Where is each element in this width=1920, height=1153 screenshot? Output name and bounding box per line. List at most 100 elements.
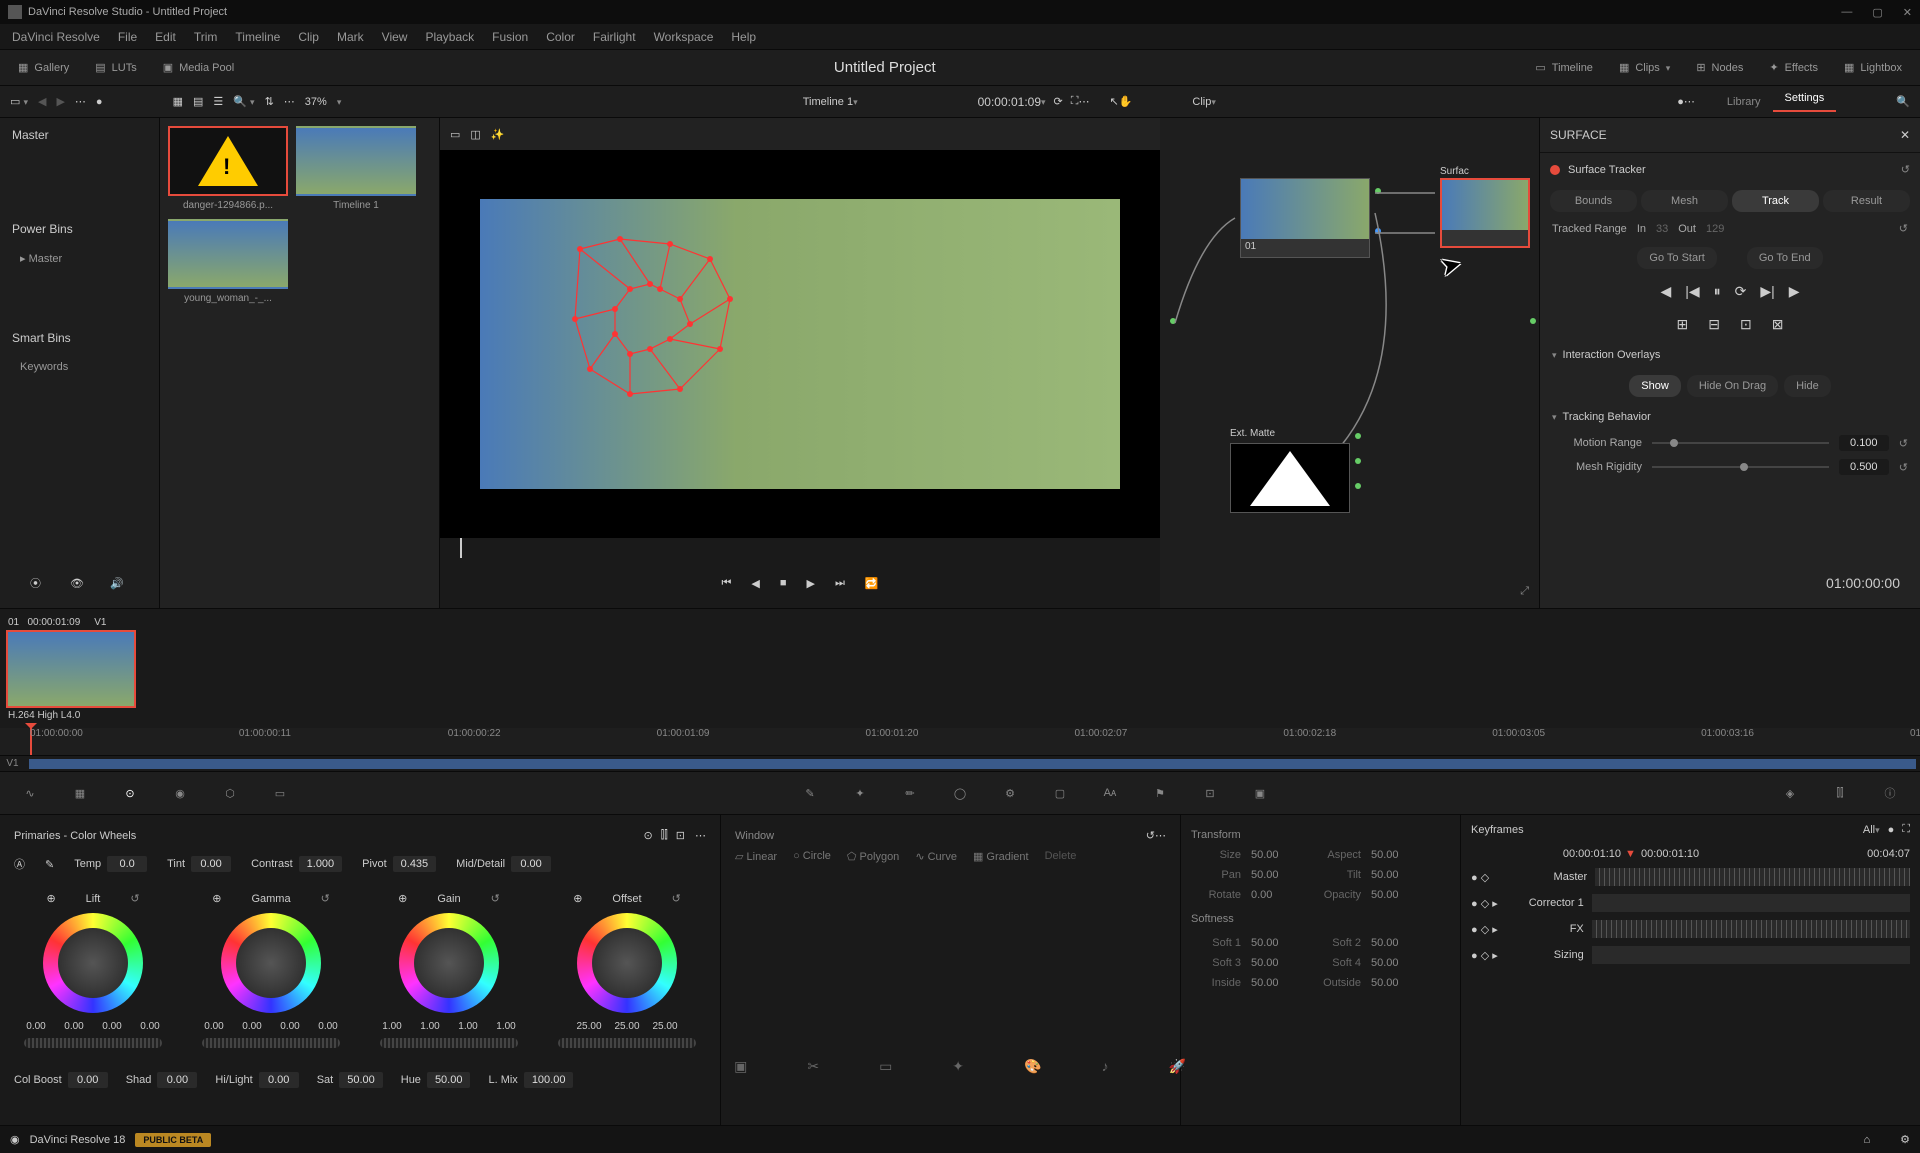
surface-close-icon[interactable]: ✕ — [1900, 128, 1910, 142]
clips-button[interactable]: ▦ Clips — [1611, 57, 1678, 78]
goto-end-icon[interactable]: ⏭ — [835, 577, 845, 590]
track-opt2-icon[interactable]: ⊟ — [1708, 316, 1720, 333]
middetail-value[interactable]: 0.00 — [511, 856, 551, 872]
menu-mark[interactable]: Mark — [329, 30, 372, 44]
view-dropdown[interactable]: ▭ — [10, 95, 28, 108]
hand-icon[interactable]: ✋ — [1119, 95, 1133, 108]
menu-color[interactable]: Color — [538, 30, 583, 44]
offset-reset[interactable] — [672, 892, 681, 905]
keyframe-tool-icon[interactable]: ◈ — [1780, 783, 1800, 803]
master-bin[interactable]: Master — [0, 118, 159, 152]
video-track[interactable] — [29, 759, 1916, 769]
options2-icon[interactable]: ⋯ — [284, 95, 295, 108]
luts-button[interactable]: ▤ LUTs — [87, 57, 144, 78]
power-bins-header[interactable]: Power Bins — [0, 212, 159, 246]
outside-value[interactable]: 50.00 — [1371, 977, 1421, 989]
effects-button[interactable]: ✦ Effects — [1761, 57, 1826, 78]
pointer-icon[interactable]: ↖ — [1109, 95, 1118, 108]
motion-range-reset[interactable] — [1899, 437, 1908, 450]
settings-tab[interactable]: Settings — [1773, 92, 1837, 112]
keyframes-expand-icon[interactable]: ⛶ — [1902, 823, 1910, 836]
timeline-ruler[interactable]: 01:00:00:0001:00:00:1101:00:00:2201:00:0… — [0, 728, 1920, 756]
kf-corrector-lane[interactable] — [1592, 894, 1910, 912]
options-icon[interactable]: ⋯ — [75, 95, 86, 108]
menu-file[interactable]: File — [110, 30, 145, 44]
colboost-value[interactable]: 0.00 — [68, 1072, 108, 1088]
menu-timeline[interactable]: Timeline — [227, 30, 288, 44]
picker-icon[interactable]: ✎ — [45, 858, 54, 871]
hsl-tool-icon[interactable]: ◉ — [170, 783, 190, 803]
sort-icon[interactable]: ⇅ — [265, 95, 274, 108]
window-reset-icon[interactable]: ↺ — [1146, 829, 1155, 842]
kf-corrector-label[interactable]: Corrector 1 — [1506, 897, 1584, 909]
tilt-value[interactable]: 50.00 — [1371, 869, 1421, 881]
track-opt4-icon[interactable]: ⊠ — [1772, 316, 1784, 333]
wheels-mode3-icon[interactable]: ⊡ — [676, 829, 685, 842]
loop-icon[interactable]: ⟳ — [1054, 95, 1063, 108]
kf-master-label[interactable]: Master — [1497, 871, 1587, 883]
aspect-value[interactable]: 50.00 — [1371, 849, 1421, 861]
wheels-options-icon[interactable]: ⋯ — [695, 829, 706, 842]
picker-tool-icon[interactable]: ✏ — [900, 783, 920, 803]
lmix-value[interactable]: 100.00 — [524, 1072, 574, 1088]
cut-page-icon[interactable]: ✂ — [807, 1058, 819, 1075]
dust-tool-icon[interactable]: ⊡ — [1200, 783, 1220, 803]
record-dot2[interactable]: ● — [1677, 96, 1684, 108]
clip-dropdown[interactable]: Clip — [1192, 96, 1211, 108]
soft3-value[interactable]: 50.00 — [1251, 957, 1301, 969]
options4-icon[interactable]: ⋯ — [1684, 95, 1695, 108]
show-button[interactable]: Show — [1629, 375, 1681, 397]
track-pause-icon[interactable]: ⏸ — [1714, 283, 1721, 300]
hilight-value[interactable]: 0.00 — [259, 1072, 299, 1088]
fusion-page-icon[interactable]: ✦ — [952, 1058, 964, 1075]
menu-workspace[interactable]: Workspace — [646, 30, 722, 44]
menu-playback[interactable]: Playback — [417, 30, 482, 44]
menu-view[interactable]: View — [374, 30, 416, 44]
list-view-icon[interactable]: ☰ — [213, 95, 223, 108]
sizing-tool-icon[interactable]: ▭ — [270, 783, 290, 803]
loop-playback-icon[interactable]: 🔁 — [865, 577, 879, 590]
rgb-tool-icon[interactable]: ⬡ — [220, 783, 240, 803]
key-tool-icon[interactable]: ⚙ — [1000, 783, 1020, 803]
zoom-fit-icon[interactable]: ⤢ — [1520, 585, 1529, 598]
mesh-rigidity-slider[interactable] — [1652, 466, 1829, 468]
menu-trim[interactable]: Trim — [186, 30, 226, 44]
nav-back[interactable]: ◀ — [38, 95, 46, 108]
viewer-wand-icon[interactable]: ✨ — [491, 128, 505, 141]
power-master-item[interactable]: ▸ Master — [0, 246, 159, 271]
motion-range-value[interactable]: 0.100 — [1839, 435, 1889, 451]
track-tab[interactable]: Track — [1732, 190, 1819, 212]
surface-reset-icon[interactable] — [1901, 163, 1910, 176]
node-panel[interactable]: 01 Surfac Ext. Matte — [1160, 118, 1540, 608]
mesh-rigidity-reset[interactable] — [1899, 461, 1908, 474]
wheels-mode2-icon[interactable]: ⫿⫿ — [661, 829, 668, 842]
polygon-shape[interactable]: ⬠ Polygon — [847, 850, 899, 863]
soft4-value[interactable]: 50.00 — [1371, 957, 1421, 969]
kf-master-lane[interactable] — [1595, 868, 1910, 886]
behavior-header[interactable]: Tracking Behavior — [1563, 411, 1651, 423]
deliver-page-icon[interactable]: 🚀 — [1168, 1058, 1185, 1075]
unmix-icon[interactable]: 👁 — [70, 577, 84, 590]
linear-shape[interactable]: ▱ Linear — [735, 850, 777, 863]
window-tool-icon[interactable]: ✎ — [800, 783, 820, 803]
tracked-range-reset[interactable] — [1899, 222, 1908, 235]
pivot-value[interactable]: 0.435 — [393, 856, 437, 872]
gamma-wheel[interactable] — [221, 913, 321, 1013]
search-icon[interactable]: 🔍 — [233, 95, 254, 108]
contrast-value[interactable]: 1.000 — [299, 856, 343, 872]
auto-balance-icon[interactable]: Ⓐ — [14, 856, 25, 872]
nodes-button[interactable]: ⊞ Nodes — [1688, 57, 1751, 78]
media-thumb-timeline[interactable]: Timeline 1 — [296, 126, 416, 211]
search-right-icon[interactable]: 🔍 — [1896, 95, 1910, 108]
menu-edit[interactable]: Edit — [147, 30, 184, 44]
node-01[interactable]: 01 — [1240, 178, 1370, 258]
flag-tool-icon[interactable]: ⚑ — [1150, 783, 1170, 803]
node-surface[interactable] — [1440, 178, 1530, 248]
nav-fwd[interactable]: ▶ — [56, 95, 64, 108]
curves-tool-icon[interactable]: ∿ — [20, 783, 40, 803]
project-settings-icon[interactable]: ⚙ — [1900, 1133, 1910, 1146]
soft2-value[interactable]: 50.00 — [1371, 937, 1421, 949]
kf-sizing-label[interactable]: Sizing — [1506, 949, 1584, 961]
gamma-jog[interactable] — [202, 1038, 340, 1048]
gamma-reset[interactable] — [321, 892, 330, 905]
